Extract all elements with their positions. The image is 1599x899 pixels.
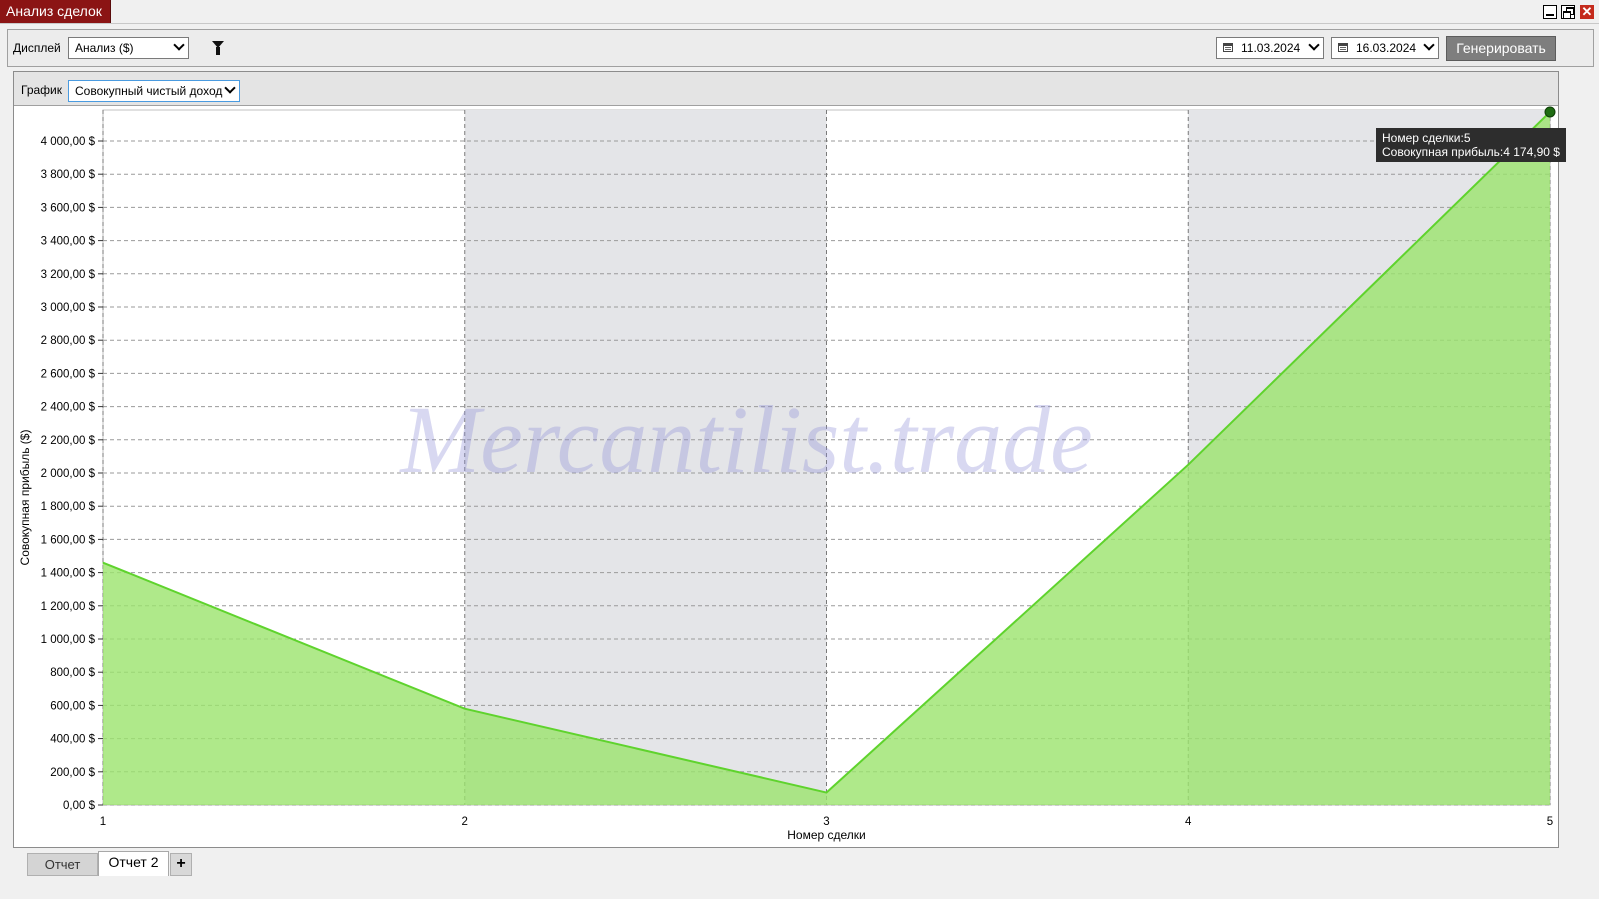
- x-tick-label: 4: [1185, 816, 1192, 828]
- tab-report-2[interactable]: Отчет 2: [98, 851, 169, 876]
- window-titlebar: Анализ сделок ✕: [0, 0, 1599, 24]
- y-tick-label: 400,00 $: [50, 734, 95, 746]
- highlighted-data-point: [1544, 106, 1556, 118]
- y-tick-label: 1 400,00 $: [41, 568, 96, 580]
- y-tick-label: 3 600,00 $: [41, 202, 96, 214]
- y-tick-label: 1 600,00 $: [41, 534, 96, 546]
- y-tick-label: 2 200,00 $: [41, 435, 96, 447]
- data-point: [102, 562, 104, 564]
- y-tick-label: 800,00 $: [50, 667, 95, 679]
- chevron-down-icon: [1423, 39, 1435, 51]
- y-tick-label: 200,00 $: [50, 767, 95, 779]
- x-tick-label: 3: [823, 816, 829, 828]
- y-tick-label: 2 400,00 $: [41, 402, 96, 414]
- calendar-icon: [1223, 43, 1233, 52]
- x-tick-label: 2: [462, 816, 468, 828]
- y-tick-label: 3 800,00 $: [41, 169, 96, 181]
- y-tick-label: 2 600,00 $: [41, 368, 96, 380]
- chevron-down-icon: [173, 39, 185, 51]
- y-tick-label: 2 000,00 $: [41, 468, 96, 480]
- y-tick-label: 3 200,00 $: [41, 269, 96, 281]
- generate-button[interactable]: Генерировать: [1446, 36, 1556, 61]
- tooltip-cumulative-profit: Совокупная прибыль:4 174,90 $: [1382, 145, 1560, 159]
- calendar-icon: [1338, 43, 1348, 52]
- minimize-button[interactable]: [1543, 5, 1557, 19]
- x-tick-label: 5: [1547, 816, 1553, 828]
- restore-button[interactable]: [1561, 5, 1575, 19]
- report-tabs: Отчет Отчет 2 +: [0, 851, 1599, 879]
- add-tab-button[interactable]: +: [170, 853, 192, 876]
- y-tick-label: 1 000,00 $: [41, 634, 96, 646]
- display-label: Дисплей: [13, 41, 61, 55]
- data-point: [826, 792, 827, 794]
- chevron-down-icon: [1308, 39, 1320, 51]
- x-tick-label: 1: [100, 816, 106, 828]
- y-tick-label: 3 000,00 $: [41, 302, 96, 314]
- date-from-value: 11.03.2024: [1241, 41, 1301, 55]
- data-point: [1187, 464, 1189, 466]
- date-to-value: 16.03.2024: [1356, 41, 1417, 55]
- tab-report[interactable]: Отчет: [27, 853, 98, 876]
- window-title: Анализ сделок: [0, 0, 111, 23]
- y-tick-label: 0,00 $: [63, 800, 96, 812]
- display-select-value: Анализ ($): [75, 41, 134, 55]
- tooltip-trade-number: Номер сделки:5: [1382, 131, 1471, 145]
- date-to-picker[interactable]: 16.03.2024: [1331, 37, 1439, 59]
- watermark-logo: Mercantilist.trade: [398, 386, 1092, 493]
- date-from-picker[interactable]: 11.03.2024: [1216, 37, 1324, 59]
- y-tick-label: 3 400,00 $: [41, 236, 96, 248]
- y-axis-label: Совокупная прибыль ($): [18, 430, 32, 566]
- y-tick-label: 1 800,00 $: [41, 501, 96, 513]
- chart-tooltip: Номер сделки:5 Совокупная прибыль:4 174,…: [1376, 128, 1566, 162]
- x-axis-label: Номер сделки: [787, 828, 866, 842]
- filter-icon[interactable]: [212, 41, 224, 55]
- display-select[interactable]: Анализ ($): [68, 37, 189, 59]
- close-button[interactable]: ✕: [1580, 5, 1594, 19]
- y-tick-label: 2 800,00 $: [41, 335, 96, 347]
- chart-panel: График Совокупный чистый доход Mercantil…: [13, 71, 1559, 848]
- y-tick-label: 600,00 $: [50, 700, 95, 712]
- y-tick-label: 1 200,00 $: [41, 601, 96, 613]
- data-point: [464, 708, 466, 710]
- cumulative-profit-chart: Mercantilist.trade 0,00 $ 200,00 $ 400,00 $…: [18, 106, 1556, 842]
- y-tick-label: 4 000,00 $: [41, 136, 96, 148]
- toolbar: Дисплей Анализ ($) 11.03.2024 16.03.2024: [7, 29, 1594, 67]
